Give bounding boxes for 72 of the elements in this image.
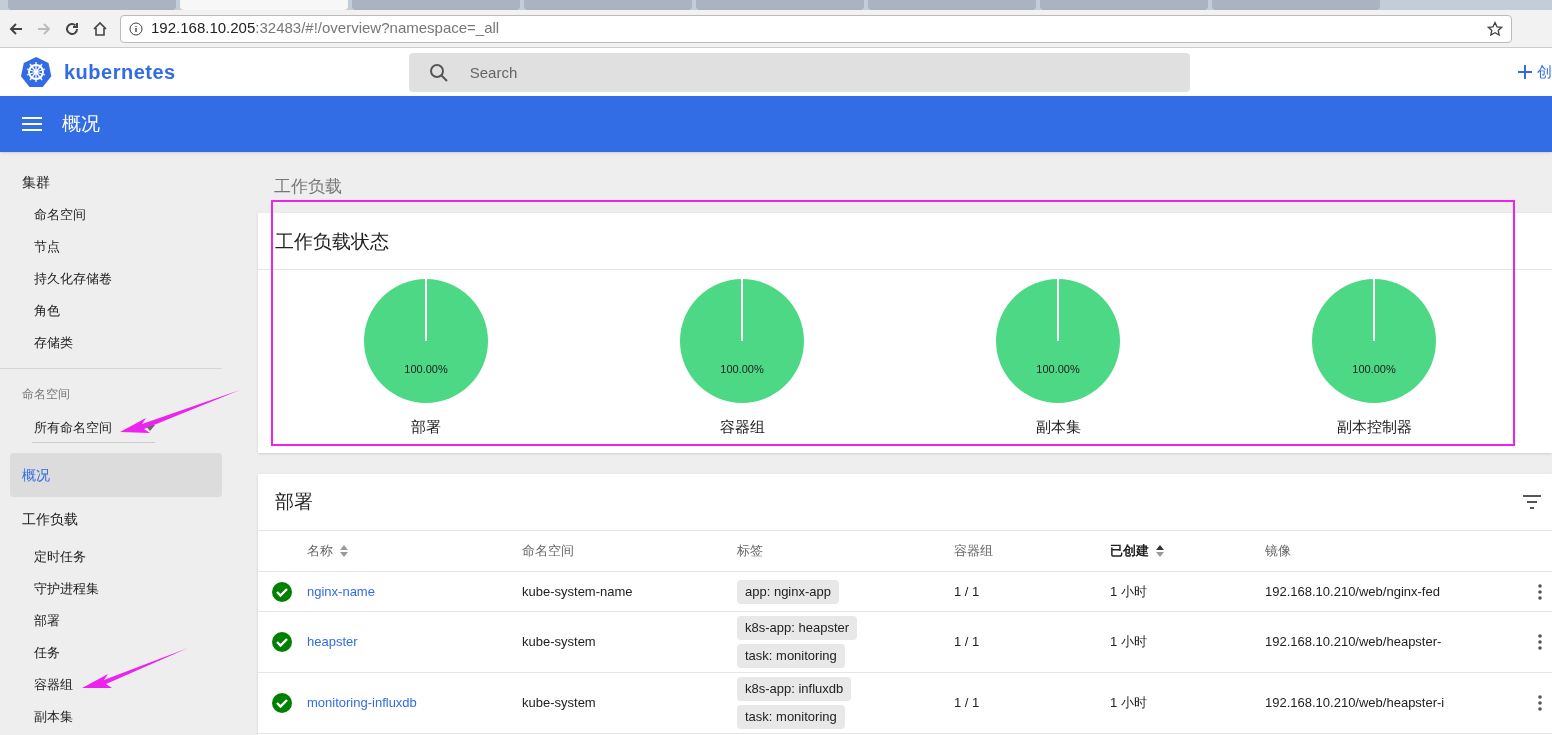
table-cell-text: 192.168.10.210/web/heapster- xyxy=(1265,633,1442,652)
nav-section-title[interactable]: 集群 xyxy=(0,172,235,192)
table-cell-text: 1 / 1 xyxy=(954,694,980,713)
label-chip: app: nginx-app xyxy=(737,579,839,604)
nav-item[interactable]: 部署 xyxy=(0,605,235,637)
deployment-link[interactable]: nginx-name xyxy=(307,581,375,602)
chart-title: 容器组 xyxy=(719,417,765,437)
nav-section-title[interactable]: 工作负载 xyxy=(0,509,235,529)
search-icon xyxy=(428,62,449,83)
table-cell-text: kube-system xyxy=(522,633,596,652)
table-cell-text: 1 小时 xyxy=(1110,694,1147,713)
more-options-icon[interactable] xyxy=(1538,583,1542,600)
more-options-icon[interactable] xyxy=(1538,695,1542,711)
sort-icon[interactable] xyxy=(1155,544,1165,558)
back-icon[interactable] xyxy=(8,20,24,37)
filter-icon[interactable] xyxy=(1522,495,1542,509)
reload-icon[interactable] xyxy=(64,20,80,37)
table-cell-text: 1 小时 xyxy=(1110,633,1147,652)
home-icon[interactable] xyxy=(92,20,108,37)
nav-item[interactable]: 持久化存储卷 xyxy=(0,263,235,295)
namespace-label: 命名空间 xyxy=(21,386,71,403)
card-title: 部署 xyxy=(275,489,313,514)
kubernetes-logo-icon xyxy=(20,56,52,88)
table-cell-text: 1 / 1 xyxy=(954,633,980,652)
table-cell-text: 192.168.10.210/web/nginx-fed xyxy=(1265,582,1440,601)
section-heading: 工作负载 xyxy=(273,176,343,198)
nav-item[interactable]: 角色 xyxy=(0,295,235,327)
value-label: 100.00% xyxy=(1352,363,1396,375)
chart-title: 副本集 xyxy=(1035,417,1081,437)
column-header[interactable]: 名称 xyxy=(307,541,333,561)
deployment-link[interactable]: monitoring-influxdb xyxy=(307,693,417,713)
nav-item[interactable]: 副本集 xyxy=(0,701,235,733)
more-options-icon[interactable] xyxy=(1538,634,1542,650)
chart-title: 副本控制器 xyxy=(1336,417,1412,437)
info-icon xyxy=(129,21,143,36)
create-button[interactable]: 创 xyxy=(1517,60,1552,84)
table-cell-text: kube-system xyxy=(522,694,596,713)
column-header: 标签 xyxy=(737,542,763,561)
page-title: 概况 xyxy=(62,111,100,136)
menu-icon[interactable] xyxy=(22,116,42,132)
label-chip: k8s-app: influxdb xyxy=(737,677,852,701)
table-cell-text: kube-system-name xyxy=(522,582,633,601)
value-label: 100.00% xyxy=(404,363,448,375)
table-cell-text: 192.168.10.210/web/heapster-i xyxy=(1265,694,1445,713)
nav-item[interactable]: 节点 xyxy=(0,231,235,263)
nav-item[interactable]: 命名空间 xyxy=(0,199,235,231)
table-cell-text: 1 / 1 xyxy=(954,582,980,601)
chart-title: 部署 xyxy=(411,417,441,437)
nav-item[interactable]: 存储类 xyxy=(0,327,235,359)
column-header: 容器组 xyxy=(954,542,993,561)
nav-item[interactable]: 任务 xyxy=(0,637,235,669)
nav-item[interactable]: 容器组 xyxy=(0,669,235,701)
address-field[interactable]: 192.168.10.205:32483/#!/overview?namespace=_all xyxy=(120,14,1512,43)
nav-item[interactable]: 定时任务 xyxy=(0,541,235,573)
url-text: 192.168.10.205:32483/#!/overview?namespace=_all xyxy=(151,18,500,39)
column-header[interactable]: 已创建 xyxy=(1110,541,1149,561)
column-header: 镜像 xyxy=(1265,542,1291,561)
deployment-link[interactable]: heapster xyxy=(307,632,358,652)
value-label: 100.00% xyxy=(1036,363,1080,375)
nav-item[interactable]: 守护进程集 xyxy=(0,573,235,605)
value-label: 100.00% xyxy=(720,363,764,375)
nav-item[interactable]: 概况 xyxy=(10,453,222,497)
search-field[interactable]: Search xyxy=(408,52,1190,92)
app-logo-text[interactable]: kubernetes xyxy=(64,57,176,87)
star-icon[interactable] xyxy=(1487,20,1503,37)
label-chip: task: monitoring xyxy=(737,705,845,729)
card-title: 工作负载状态 xyxy=(275,229,389,254)
label-chip: task: monitoring xyxy=(737,644,845,668)
label-chip: k8s-app: heapster xyxy=(737,616,858,640)
column-header: 命名空间 xyxy=(522,542,574,561)
table-cell-text: 1 小时 xyxy=(1110,582,1147,601)
plus-icon xyxy=(1517,64,1533,80)
